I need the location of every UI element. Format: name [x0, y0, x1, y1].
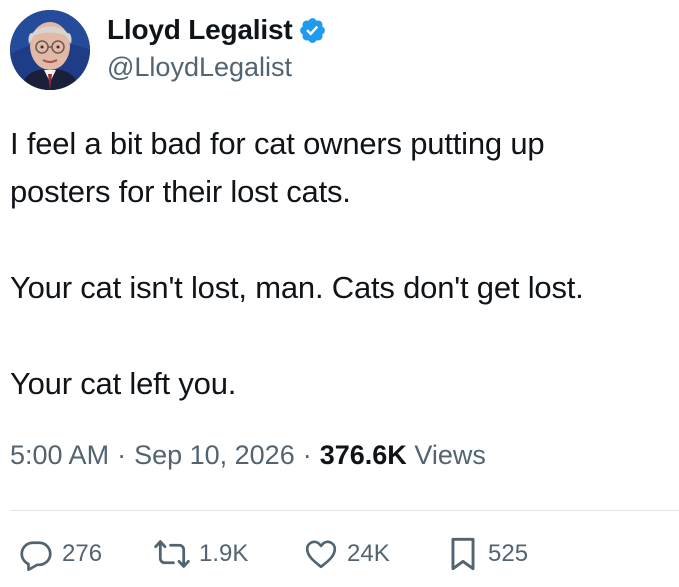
verified-badge-icon: [298, 16, 327, 45]
tweet-paragraph: I feel a bit bad for cat owners putting …: [10, 126, 545, 209]
views-label: Views: [414, 440, 486, 470]
divider: [10, 510, 679, 511]
tweet-card: Lloyd Legalist @LloydLegalist I feel a b…: [0, 0, 679, 587]
reply-icon: [18, 536, 54, 572]
tweet-text: I feel a bit bad for cat owners putting …: [10, 120, 675, 408]
meta-separator: ·: [302, 440, 312, 470]
bookmark-count: 525: [488, 540, 529, 567]
bookmark-icon: [446, 535, 480, 573]
reply-count: 276: [62, 540, 103, 567]
retweet-icon: [153, 536, 191, 572]
retweet-button[interactable]: 1.9K: [153, 536, 303, 572]
tweet-paragraph: Your cat isn't lost, man. Cats don't get…: [10, 270, 584, 305]
like-button[interactable]: 24K: [303, 536, 446, 572]
views-count: 376.6K: [319, 440, 407, 470]
tweet-date[interactable]: Sep 10, 2026: [134, 440, 295, 470]
author-name-row: Lloyd Legalist: [107, 12, 327, 48]
reply-button[interactable]: 276: [18, 536, 153, 572]
retweet-count: 1.9K: [199, 540, 249, 567]
tweet-time[interactable]: 5:00 AM: [10, 440, 109, 470]
tweet-meta: 5:00 AM · Sep 10, 2026 · 376.6K Views: [10, 440, 486, 471]
author-handle[interactable]: @LloydLegalist: [107, 52, 292, 83]
heart-icon: [303, 536, 339, 572]
display-name[interactable]: Lloyd Legalist: [107, 14, 293, 46]
action-bar: 276 1.9K 24K 525: [18, 535, 566, 573]
bookmark-button[interactable]: 525: [446, 535, 566, 573]
like-count: 24K: [347, 540, 390, 567]
tweet-paragraph: Your cat left you.: [10, 366, 237, 401]
avatar[interactable]: [10, 10, 90, 90]
meta-separator: ·: [117, 440, 127, 470]
